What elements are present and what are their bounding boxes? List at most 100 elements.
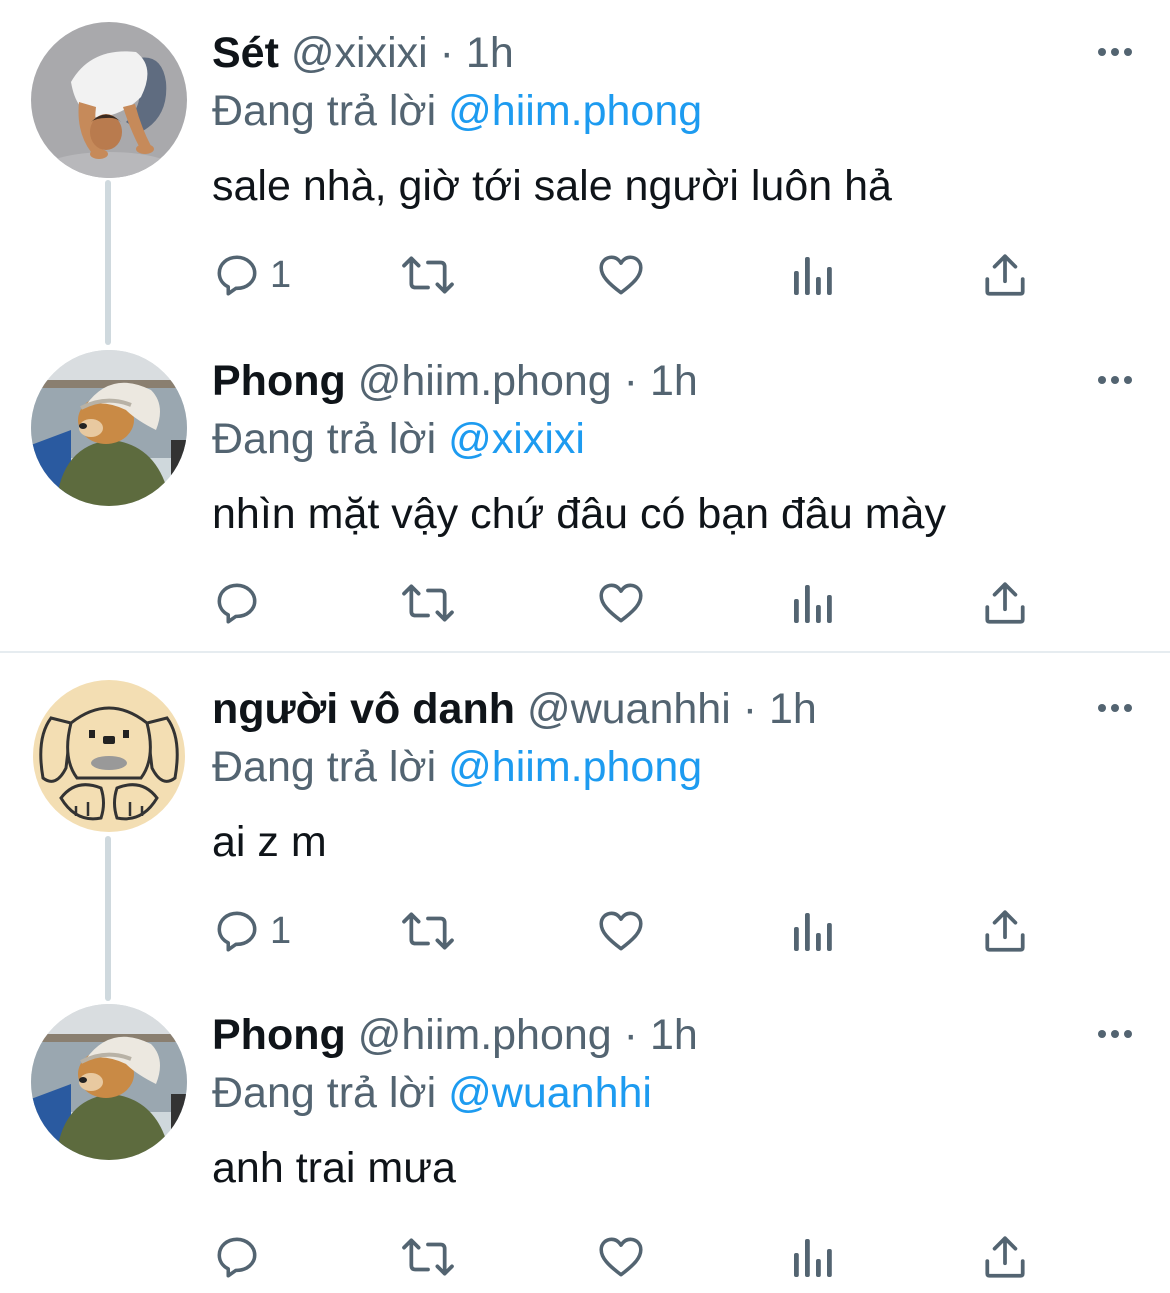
user-handle[interactable]: @hiim.phong (358, 357, 612, 405)
kneeling-person-avatar (31, 22, 187, 178)
replying-to: Đang trả lời @xixixi (212, 414, 585, 464)
tweet[interactable]: Phong @hiim.phong · 1h Đang trả lời @xix… (0, 328, 1170, 648)
meta-separator: · (742, 685, 758, 733)
analytics-button[interactable] (790, 901, 834, 961)
like-button[interactable] (596, 245, 646, 305)
like-button[interactable] (596, 1227, 646, 1287)
timestamp[interactable]: 1h (769, 685, 817, 733)
like-button[interactable] (596, 573, 646, 633)
timestamp[interactable]: 1h (466, 29, 514, 77)
reply-button[interactable]: 1 (212, 245, 291, 305)
reply-count: 1 (270, 909, 292, 952)
replying-to-handle[interactable]: @wuanhhi (448, 1069, 652, 1117)
retweet-button[interactable] (400, 1227, 456, 1287)
reply-count: 1 (270, 253, 292, 296)
tweet-actions: 1 (212, 245, 1052, 305)
replying-to-handle[interactable]: @hiim.phong (448, 743, 702, 791)
tweet-header: Phong @hiim.phong · 1h (212, 1010, 698, 1060)
avatar[interactable] (31, 678, 187, 834)
retweet-icon (402, 584, 454, 622)
display-name[interactable]: Phong (212, 1011, 346, 1059)
replying-to: Đang trả lời @wuanhhi (212, 1068, 652, 1118)
tweet[interactable]: Sét @xixixi · 1h Đang trả lời @hiim.phon… (0, 0, 1170, 345)
display-name[interactable]: Phong (212, 357, 346, 405)
tweet[interactable]: người vô danh @wuanhhi · 1h Đang trả lời… (0, 656, 1170, 1001)
avatar[interactable] (31, 350, 187, 506)
more-options-icon[interactable] (1090, 690, 1140, 726)
reply-icon (217, 1237, 257, 1278)
reply-icon (217, 911, 257, 952)
user-handle[interactable]: @xixixi (291, 29, 428, 77)
replying-to-label: Đang trả lời (212, 743, 437, 791)
more-options-icon[interactable] (1090, 34, 1140, 70)
share-icon (985, 1236, 1025, 1278)
meta-separator: · (623, 357, 638, 405)
dog-in-hat-avatar (31, 1004, 187, 1160)
replying-to: Đang trả lời @hiim.phong (212, 742, 702, 792)
like-icon (599, 583, 643, 623)
analytics-button[interactable] (790, 1227, 834, 1287)
analytics-icon (794, 913, 832, 951)
replying-to-handle[interactable]: @xixixi (448, 415, 585, 463)
like-icon (599, 255, 643, 295)
analytics-button[interactable] (790, 573, 834, 633)
tweet-text: nhìn mặt vậy chứ đâu có bạn đâu mày (212, 490, 946, 538)
user-handle[interactable]: @wuanhhi (527, 685, 731, 733)
retweet-icon (402, 1238, 454, 1276)
replying-to-label: Đang trả lời (212, 415, 437, 463)
retweet-button[interactable] (400, 901, 456, 961)
reply-icon (217, 255, 257, 296)
analytics-button[interactable] (790, 245, 834, 305)
retweet-icon (402, 912, 454, 950)
avatar[interactable] (31, 1004, 187, 1160)
share-button[interactable] (980, 1227, 1030, 1287)
reply-button[interactable] (212, 573, 270, 633)
share-icon (985, 254, 1025, 296)
share-icon (985, 910, 1025, 952)
thread-connector (105, 836, 111, 1001)
reply-button[interactable]: 1 (212, 901, 291, 961)
display-name[interactable]: người vô danh (212, 685, 515, 733)
user-handle[interactable]: @hiim.phong (358, 1011, 612, 1059)
analytics-icon (794, 257, 832, 295)
replying-to-handle[interactable]: @hiim.phong (448, 87, 702, 135)
retweet-button[interactable] (400, 573, 456, 633)
retweet-icon (402, 256, 454, 294)
display-name[interactable]: Sét (212, 29, 279, 77)
retweet-button[interactable] (400, 245, 456, 305)
like-button[interactable] (596, 901, 646, 961)
tweet-actions: 1 (212, 901, 1052, 961)
reply-button[interactable] (212, 1227, 270, 1287)
thread-connector (105, 180, 111, 345)
meta-separator: · (439, 29, 454, 77)
like-icon (599, 911, 643, 951)
meta-separator: · (623, 1011, 638, 1059)
timestamp[interactable]: 1h (650, 1011, 698, 1059)
cartoon-dog-avatar (31, 678, 187, 834)
reply-icon (217, 583, 257, 624)
tweet-actions (212, 573, 1052, 633)
tweet-header: Phong @hiim.phong · 1h (212, 356, 698, 406)
tweet[interactable]: Phong @hiim.phong · 1h Đang trả lời @wua… (0, 982, 1170, 1293)
timestamp[interactable]: 1h (650, 357, 698, 405)
replying-to: Đang trả lời @hiim.phong (212, 86, 702, 136)
like-icon (599, 1237, 643, 1277)
replying-to-label: Đang trả lời (212, 87, 437, 135)
avatar[interactable] (31, 22, 187, 178)
thread-divider (0, 651, 1170, 653)
tweet-text: ai z m (212, 818, 327, 866)
share-icon (985, 582, 1025, 624)
replying-to-label: Đang trả lời (212, 1069, 437, 1117)
share-button[interactable] (980, 901, 1030, 961)
tweet-text: sale nhà, giờ tới sale người luôn hả (212, 162, 892, 210)
analytics-icon (794, 585, 832, 623)
more-options-icon[interactable] (1090, 362, 1140, 398)
share-button[interactable] (980, 573, 1030, 633)
more-options-icon[interactable] (1090, 1016, 1140, 1052)
analytics-icon (794, 1239, 832, 1277)
share-button[interactable] (980, 245, 1030, 305)
tweet-header: người vô danh @wuanhhi · 1h (212, 684, 817, 734)
tweet-header: Sét @xixixi · 1h (212, 28, 514, 78)
tweet-actions (212, 1227, 1052, 1287)
dog-in-hat-avatar (31, 350, 187, 506)
